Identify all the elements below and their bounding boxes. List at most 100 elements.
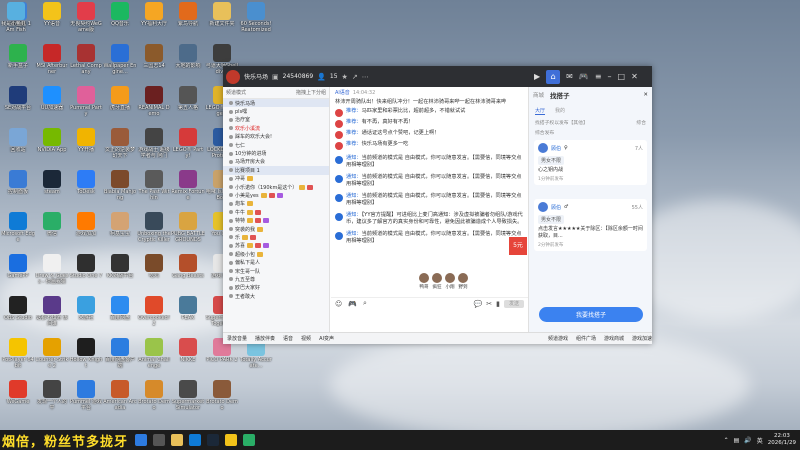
channel-item[interactable]: 宋生哥一队: [223, 267, 329, 275]
comment-icon[interactable]: 💬: [474, 300, 483, 308]
desktop-shortcut[interactable]: KK对战平台: [104, 254, 136, 279]
channel-item[interactable]: 欧巴大家好: [223, 284, 329, 292]
publish-filter[interactable]: 综合发布: [529, 128, 652, 137]
desktop-shortcut[interactable]: SE对战平台: [2, 86, 34, 111]
menu-icon[interactable]: ≡: [595, 72, 602, 81]
sort-select[interactable]: 综合: [636, 119, 646, 126]
toolbar-item[interactable]: 视频: [301, 335, 311, 342]
desktop-shortcut[interactable]: Studio One 7: [70, 254, 102, 279]
desktop-shortcut[interactable]: 吃鸡: [138, 254, 170, 279]
desktop-shortcut[interactable]: 这都不知道 该问谁: [36, 296, 68, 327]
toolbar-item[interactable]: 录放音量: [227, 335, 247, 342]
desktop-shortcut[interactable]: REANIMAL Demo: [138, 86, 170, 117]
partner-search[interactable]: 找搭子权以发布【其他】: [535, 119, 588, 126]
channel-item[interactable]: 冲哥: [223, 175, 329, 183]
desktop-shortcut[interactable]: 米游社: [70, 296, 102, 321]
desktop-shortcut[interactable]: steam: [36, 170, 68, 195]
desktop-shortcut[interactable]: 三国志14: [138, 44, 170, 69]
tab-mine[interactable]: 我的: [555, 107, 565, 115]
toolbar-item[interactable]: 频道游戏: [548, 335, 568, 342]
desktop-shortcut[interactable]: OBS Studio: [2, 296, 34, 321]
edge-icon[interactable]: [189, 434, 201, 446]
desktop-shortcut[interactable]: 游戏战士 超级学者与 阿门: [138, 128, 170, 159]
mic-user[interactable]: 野到: [458, 273, 468, 290]
channel-item[interactable]: 乐: [223, 233, 329, 241]
desktop-shortcut[interactable]: LEGO® Party!: [172, 128, 204, 159]
star-icon[interactable]: ★: [342, 73, 348, 81]
ai-voice-label[interactable]: Al语音: [335, 89, 350, 96]
camera-icon[interactable]: ▶: [534, 72, 540, 81]
desktop-shortcut[interactable]: 大地的影响: [172, 44, 204, 69]
channel-item[interactable]: pls嘿: [223, 107, 329, 115]
channel-item[interactable]: 马场开房大会: [223, 158, 329, 166]
channel-item[interactable]: 超级小包: [223, 250, 329, 258]
channel-item[interactable]: 欢乐小溪流: [223, 124, 329, 132]
desktop-shortcut[interactable]: 游戏加加: [70, 212, 102, 237]
desktop-shortcut[interactable]: Unboxing the Cryptic Killer: [137, 212, 171, 243]
yy-icon[interactable]: [225, 434, 237, 446]
close-icon[interactable]: ✕: [631, 72, 638, 81]
desktop-shortcut[interactable]: YY福利大厅: [138, 2, 170, 27]
desktop-shortcut[interactable]: Remix Fortune: [171, 170, 205, 201]
explorer-icon[interactable]: [171, 434, 183, 446]
toolbar-item[interactable]: 游戏商城: [604, 335, 624, 342]
desktop-shortcut[interactable]: 新建文件夹: [206, 2, 238, 27]
desktop-shortcut[interactable]: MSI Afterburner: [36, 44, 68, 75]
desktop-shortcut[interactable]: Gang Beasts: [172, 254, 204, 279]
panel-close-icon[interactable]: ✕: [643, 92, 648, 98]
desktop-shortcut[interactable]: Microsoft Edge: [1, 212, 35, 243]
desktop-shortcut[interactable]: Wallpaper Engine...: [104, 44, 136, 75]
desktop-shortcut[interactable]: Pummel Party: [70, 86, 102, 117]
gift-icon[interactable]: ▮: [496, 300, 500, 308]
channel-item[interactable]: 偏私下是人: [223, 258, 329, 266]
chevron-up-icon[interactable]: ⌃: [724, 437, 729, 444]
desktop-shortcut[interactable]: The Past Within: [138, 170, 170, 201]
network-icon[interactable]: ▤: [734, 437, 740, 444]
panel-home-label[interactable]: 商城: [533, 91, 544, 99]
desktop-shortcut[interactable]: 百度网盘客户端: [104, 338, 136, 369]
desktop-shortcut[interactable]: YY开播: [70, 128, 102, 153]
toolbar-item[interactable]: 播放伴奏: [255, 335, 275, 342]
mic-user[interactable]: 鸭哥: [419, 273, 429, 290]
home-icon[interactable]: ⌂: [546, 69, 561, 84]
desktop-shortcut[interactable]: 紫鸟导航: [172, 2, 204, 27]
share-icon[interactable]: ↗: [352, 73, 358, 81]
channel-item[interactable]: 小乐诺你（190km是这个）: [223, 183, 329, 191]
search-taskbar-icon[interactable]: [153, 434, 165, 446]
desktop-shortcut[interactable]: NIKKE: [172, 338, 204, 363]
desktop-shortcut[interactable]: Supermarket Simulator: [172, 380, 204, 411]
desktop-shortcut[interactable]: 新手盒子: [2, 44, 34, 69]
channel-item[interactable]: 七仁: [223, 141, 329, 149]
channel-item[interactable]: 炮车: [223, 200, 329, 208]
channel-item[interactable]: 10分钟的进场: [223, 149, 329, 157]
desktop-shortcut[interactable]: 60 Seconds! Reatomized: [240, 2, 272, 33]
channel-item[interactable]: 快乐马场: [223, 99, 329, 108]
gamepad-icon[interactable]: 🎮: [579, 72, 589, 81]
desktop-shortcut[interactable]: 百度网盘: [104, 296, 136, 321]
desktop-shortcut[interactable]: 控制面板: [2, 170, 34, 195]
partner-card[interactable]: 顾伯 ♂ 55人 男女不限 点击发言★★★★★关于除区：【除区余额一时间获取，目... 2…: [534, 199, 647, 251]
desktop-shortcut[interactable]: Counter-Strike 2: [36, 338, 68, 369]
search-icon[interactable]: ⌕: [363, 299, 367, 308]
channel-item[interactable]: 苏喜: [223, 242, 329, 250]
channel-item[interactable]: 小美是yes: [223, 191, 329, 199]
desktop-shortcut[interactable]: 发现一个人的平: [36, 380, 68, 411]
desktop-shortcut[interactable]: 回收站: [2, 128, 34, 153]
desktop-shortcut[interactable]: Brotato Demo: [138, 380, 170, 411]
minimize-icon[interactable]: –: [608, 72, 612, 81]
mic-user[interactable]: 小翔: [445, 273, 455, 290]
desktop-shortcut[interactable]: YY语音: [36, 2, 68, 27]
desktop-shortcut[interactable]: 柯基宝宝: [104, 212, 136, 237]
desktop-shortcut[interactable]: 第五人格: [172, 86, 204, 111]
desktop-shortcut[interactable]: 文正的逆袭梦幻天下: [104, 128, 136, 159]
desktop-shortcut[interactable]: UU加速器: [36, 86, 68, 111]
more-icon[interactable]: ⋯: [362, 73, 369, 81]
desktop-shortcut[interactable]: WeGame: [2, 380, 34, 405]
channel-item[interactable]: 比赛项目 1: [223, 166, 329, 175]
desktop-shortcut[interactable]: ToDesk: [70, 170, 102, 195]
toolbar-item[interactable]: 组件广场: [576, 335, 596, 342]
channel-item[interactable]: 突袭的我: [223, 225, 329, 233]
tab-hall[interactable]: 大厅: [535, 107, 546, 115]
channel-item[interactable]: 九五至尊: [223, 275, 329, 283]
cut-icon[interactable]: ✂: [486, 300, 492, 308]
